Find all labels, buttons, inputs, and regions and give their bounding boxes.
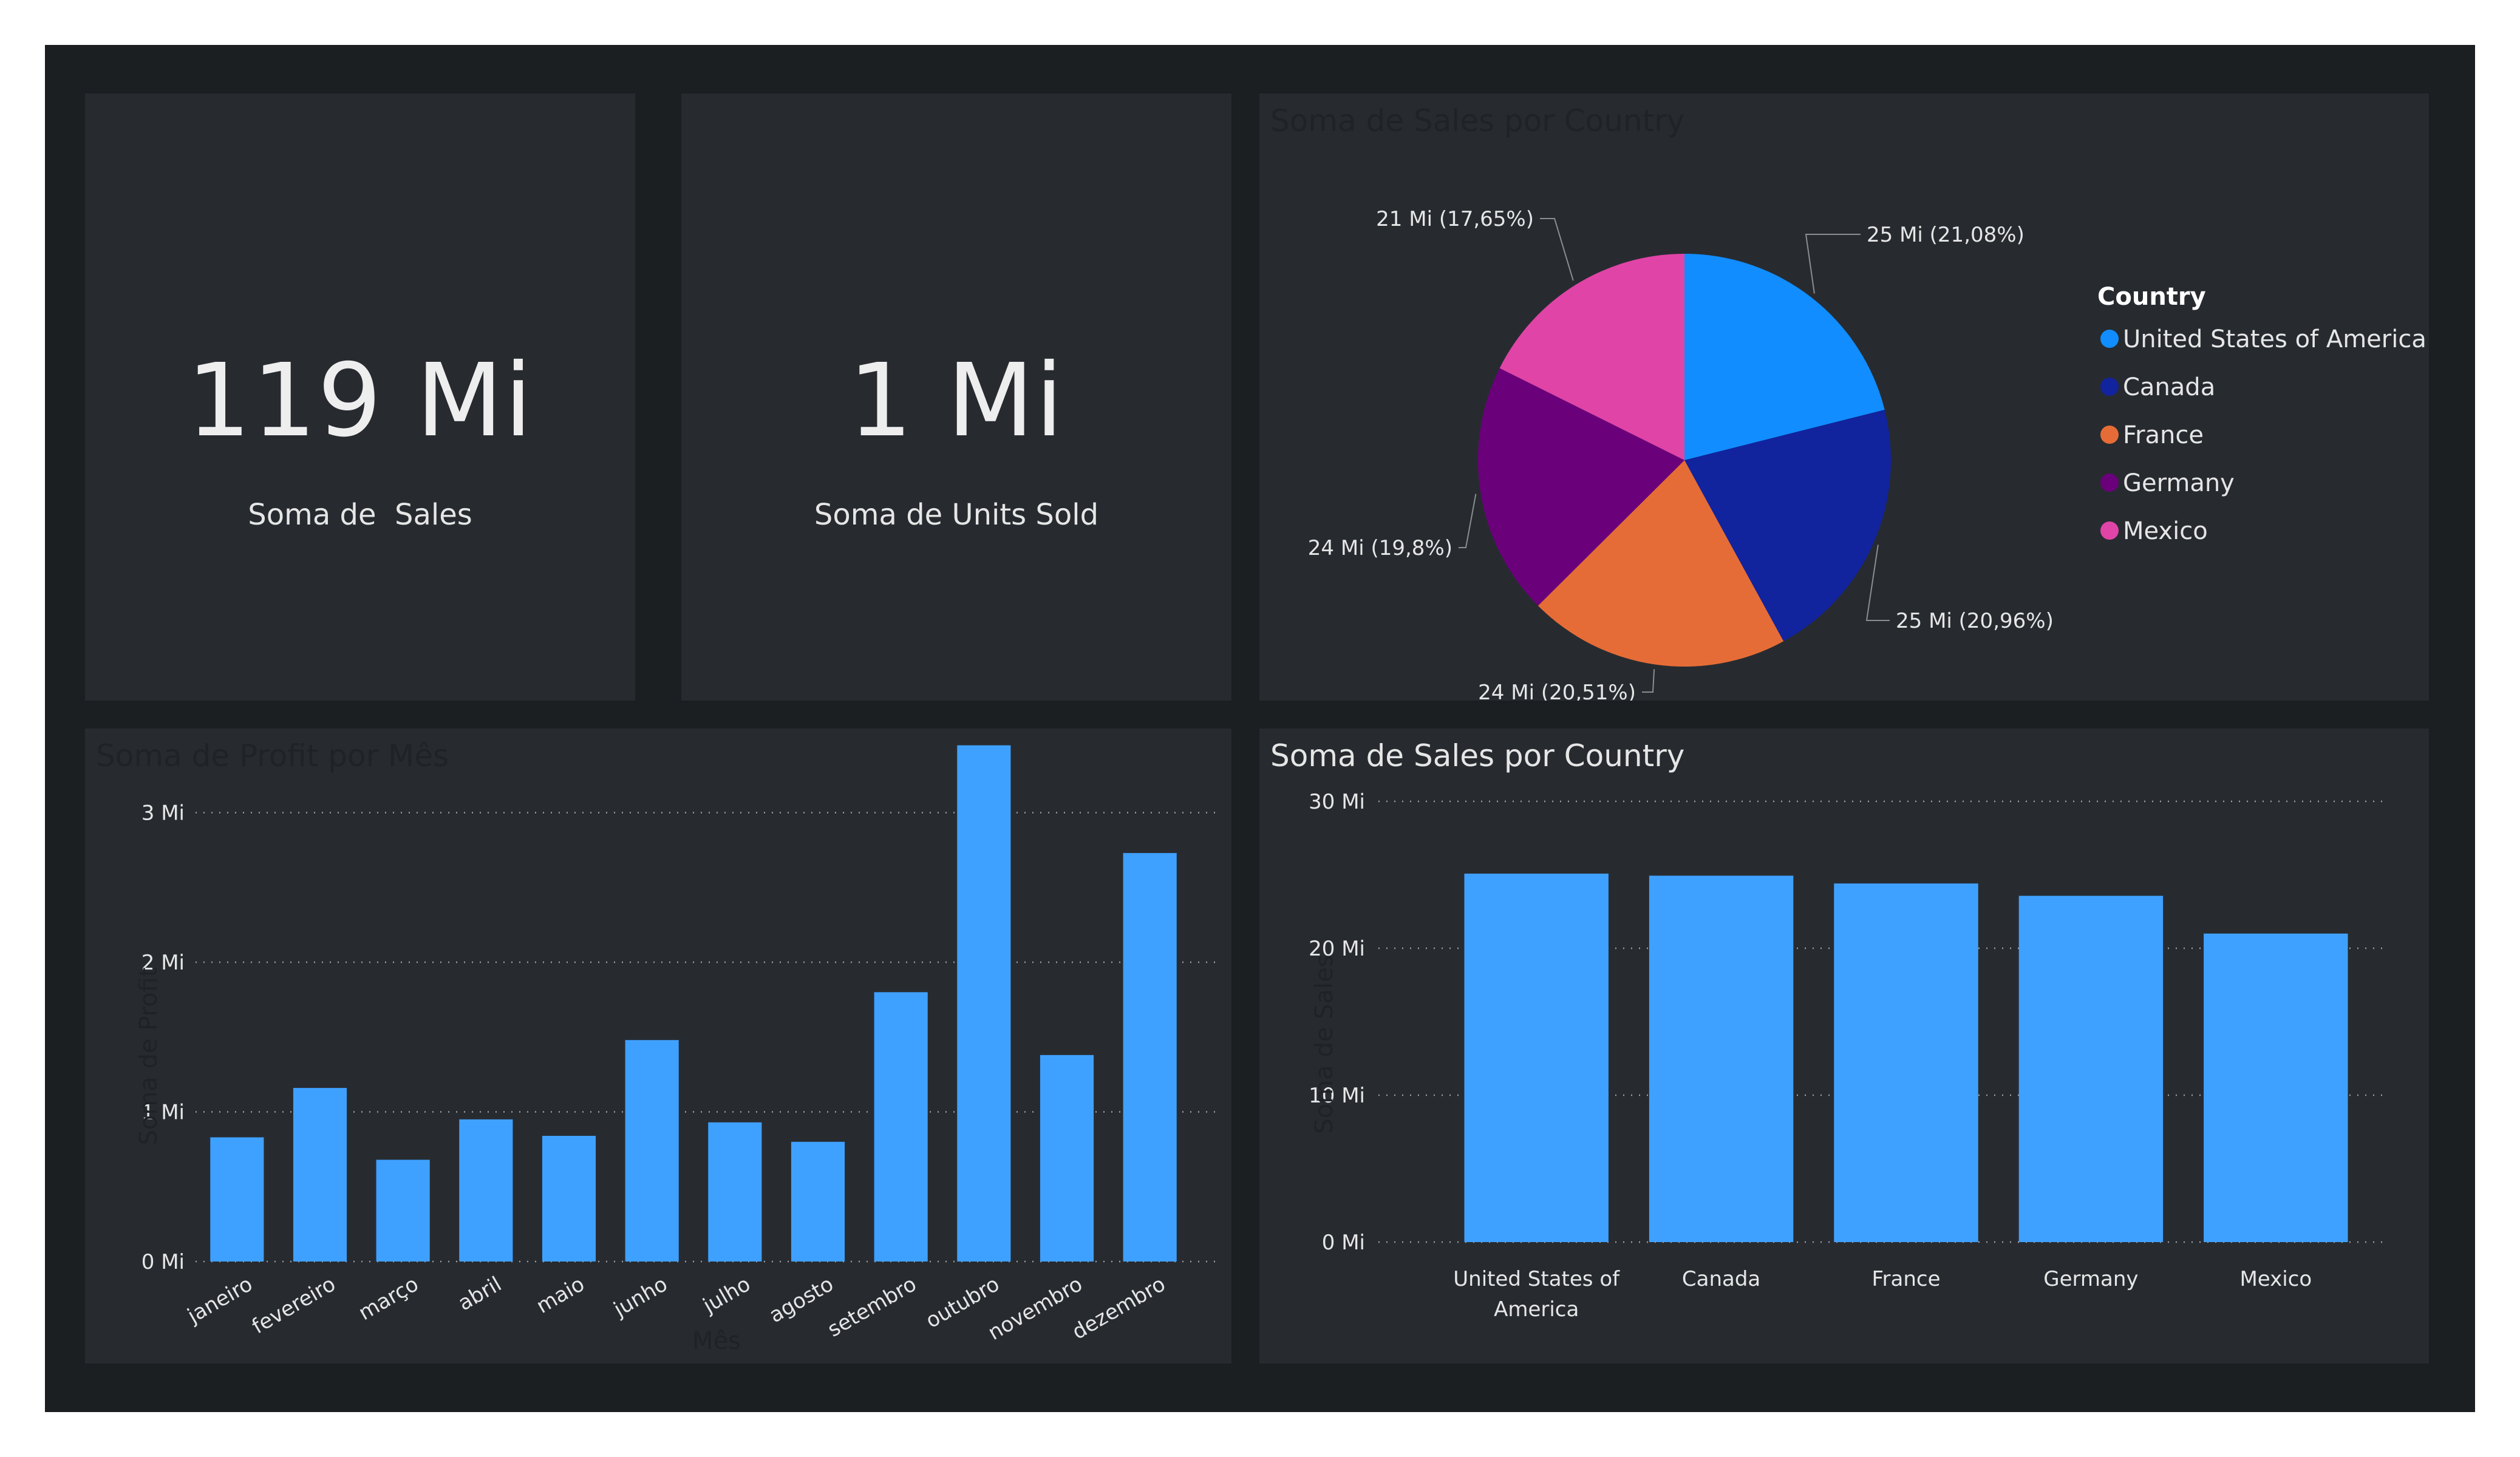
- legend-marker[interactable]: [2100, 330, 2119, 348]
- bar-outubro[interactable]: [957, 745, 1011, 1262]
- pie-data-label: 25 Mi (21,08%): [1867, 223, 2025, 247]
- pie-leader-line: [1540, 218, 1574, 281]
- bar-junho[interactable]: [625, 1040, 679, 1262]
- bar-maio[interactable]: [542, 1135, 596, 1262]
- y-tick-label: 0 Mi: [141, 1250, 185, 1274]
- sales-chart-card[interactable]: Soma de Sales por Country 0 Mi 10 Mi 20 Mi…: [1259, 728, 2429, 1364]
- y-tick-label: 3 Mi: [141, 801, 185, 826]
- x-tick-label: janeiro: [183, 1272, 257, 1328]
- x-tick-label: United States of: [1453, 1267, 1620, 1291]
- sales-bar-chart: 0 Mi10 Mi20 Mi30 MiUnited States ofAmeri…: [1309, 790, 2386, 1322]
- bar-france[interactable]: [1834, 883, 1978, 1242]
- pie-leader-line: [1865, 545, 1890, 621]
- bar-canada[interactable]: [1649, 875, 1794, 1242]
- x-tick-label: julho: [698, 1272, 755, 1319]
- x-tick-label: maio: [533, 1272, 589, 1319]
- pie-data-label: 24 Mi (19,8%): [1308, 536, 1452, 560]
- x-tick-label: fevereiro: [248, 1272, 339, 1339]
- bar-março[interactable]: [376, 1160, 430, 1262]
- pie-chart: 25 Mi (21,08%) 25 Mi (20,96%) 24 Mi (20,51…: [1308, 207, 2426, 701]
- legend-item[interactable]: United States of America: [2123, 325, 2426, 353]
- y-tick-label: 0 Mi: [1322, 1231, 1365, 1255]
- legend-marker[interactable]: [2100, 426, 2119, 444]
- bar-agosto[interactable]: [791, 1141, 845, 1262]
- x-tick-label: abril: [454, 1272, 506, 1316]
- bar-janeiro[interactable]: [210, 1137, 264, 1262]
- bar-novembro[interactable]: [1040, 1055, 1094, 1262]
- x-tick-label: Canada: [1682, 1267, 1760, 1291]
- bar-united-states-of-america[interactable]: [1464, 874, 1609, 1242]
- profit-bar-chart: 0 Mi1 Mi2 Mi3 Mijaneirofevereiro março abr…: [135, 745, 1218, 1355]
- pie-data-label: 24 Mi (20,51%): [1478, 681, 1636, 701]
- legend-item[interactable]: France: [2123, 421, 2204, 449]
- bar-julho[interactable]: [708, 1122, 762, 1262]
- pie-leader-line: [1805, 234, 1861, 294]
- x-tick-label: março: [355, 1272, 423, 1325]
- y-axis-title: Soma de Profit: [135, 967, 163, 1145]
- bar-fevereiro[interactable]: [293, 1088, 347, 1262]
- kpi-value-units-sold: 1 Mi: [848, 342, 1064, 460]
- legend-item[interactable]: Canada: [2123, 373, 2215, 401]
- x-tick-label: France: [1871, 1267, 1940, 1291]
- kpi-card-sales[interactable]: 119 Mi Soma de Sales: [85, 93, 635, 701]
- bar-setembro[interactable]: [874, 992, 928, 1262]
- x-tick-label: junho: [609, 1272, 672, 1322]
- legend-marker[interactable]: [2100, 378, 2119, 396]
- legend-title: Country: [2097, 283, 2206, 311]
- profit-chart-card[interactable]: Soma de Profit por Mês 0 Mi 1 Mi 2 Mi 3 Mi j…: [85, 728, 1231, 1364]
- legend-item[interactable]: Mexico: [2123, 517, 2208, 545]
- pie-chart-card[interactable]: Soma de Sales por Country 25 Mi (21,08%)…: [1259, 93, 2429, 701]
- bar-dezembro[interactable]: [1123, 853, 1177, 1262]
- bar-mexico[interactable]: [2204, 933, 2348, 1242]
- x-tick-label: novembro: [984, 1272, 1086, 1345]
- x-axis-title: Mês: [692, 1327, 741, 1355]
- legend-item[interactable]: Germany: [2123, 469, 2235, 497]
- x-tick-label: dezembro: [1068, 1272, 1170, 1345]
- bar-germany[interactable]: [2018, 895, 2164, 1242]
- y-axis-title: Soma de Sales: [1310, 954, 1338, 1133]
- legend-marker[interactable]: [2100, 521, 2119, 540]
- x-tick-label: Germany: [2043, 1267, 2138, 1291]
- y-tick-label: 30 Mi: [1309, 790, 1365, 814]
- legend-marker[interactable]: [2100, 474, 2119, 492]
- report-canvas: 119 Mi Soma de Sales 1 Mi Soma de Units …: [45, 45, 2475, 1412]
- x-tick-label: America: [1494, 1297, 1579, 1322]
- x-tick-label: Mexico: [2239, 1267, 2312, 1291]
- pie-data-label: 25 Mi (20,96%): [1896, 609, 2054, 633]
- pie-data-label: 21 Mi (17,65%): [1376, 207, 1534, 231]
- kpi-value-sales: 119 Mi: [186, 342, 534, 460]
- kpi-label-units-sold: Soma de Units Sold: [814, 498, 1099, 532]
- x-tick-label: setembro: [823, 1272, 921, 1342]
- bar-abril[interactable]: [459, 1119, 513, 1262]
- kpi-label-sales: Soma de Sales: [248, 498, 472, 532]
- pie-leader-line: [1459, 494, 1477, 548]
- pie-leader-line: [1642, 669, 1655, 693]
- kpi-card-units-sold[interactable]: 1 Mi Soma de Units Sold: [681, 93, 1231, 701]
